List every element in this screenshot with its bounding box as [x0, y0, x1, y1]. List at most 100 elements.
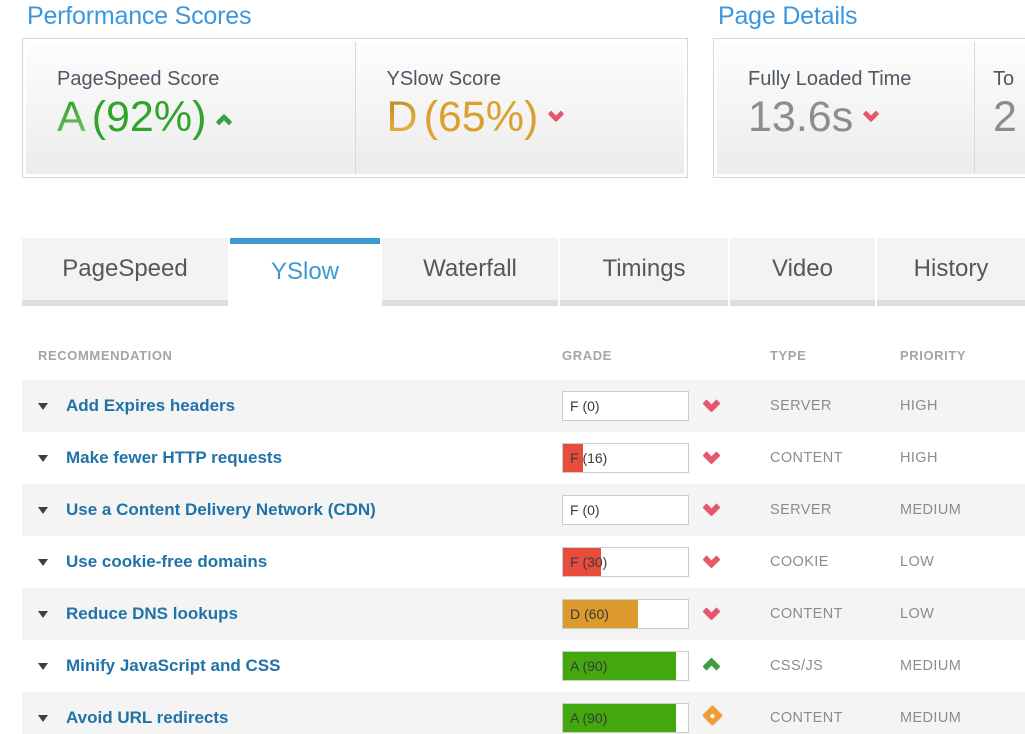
grade-cell: A (90) — [562, 651, 770, 681]
type-label: CONTENT — [770, 450, 900, 466]
priority-label: MEDIUM — [900, 710, 1025, 726]
expand-triangle-icon — [38, 715, 48, 722]
grade-label: F (30) — [563, 554, 607, 570]
score-card: YSlow Score D (65%) — [355, 42, 685, 174]
priority-label: MEDIUM — [900, 658, 1025, 674]
expand-triangle-icon — [38, 455, 48, 462]
type-label: COOKIE — [770, 554, 900, 570]
recommendation-link[interactable]: Use cookie-free domains — [66, 552, 267, 572]
detail-value-text: 13.6s — [748, 95, 853, 140]
priority-label: LOW — [900, 554, 1025, 570]
recommendation-row: Make fewer HTTP requests F (16) CONTENT … — [22, 432, 1025, 484]
report-tabbar: PageSpeed YSlow Waterfall Timings Video … — [22, 238, 1025, 306]
grade-label: F (16) — [563, 450, 607, 466]
grade-meter: F (0) — [562, 391, 689, 421]
detail-card: Fully Loaded Time 13.6s — [717, 42, 974, 174]
type-label: CONTENT — [770, 606, 900, 622]
grade-cell: D (60) — [562, 599, 770, 629]
trend-icon-wrap — [705, 708, 720, 728]
recommendation-link[interactable]: Reduce DNS lookups — [66, 604, 238, 624]
chevron-up-icon — [702, 657, 720, 675]
tab-label: Waterfall — [423, 255, 517, 283]
tab-waterfall[interactable]: Waterfall — [382, 238, 558, 306]
header-priority: PRIORITY — [900, 348, 1025, 363]
recommendation-toggle[interactable]: Make fewer HTTP requests — [22, 448, 562, 468]
tab-yslow[interactable]: YSlow — [230, 238, 380, 306]
chevron-down-icon — [702, 498, 720, 516]
grade-label: D (60) — [563, 606, 609, 622]
trend-icon-wrap — [705, 397, 718, 415]
detail-value-text: 2 — [993, 95, 1017, 140]
grade-meter: A (90) — [562, 703, 689, 733]
recommendation-toggle[interactable]: Reduce DNS lookups — [22, 604, 562, 624]
chevron-down-icon — [702, 602, 720, 620]
performance-scores-panel: PageSpeed Score A (92%) YSlow Score D (6… — [22, 38, 688, 178]
recommendation-row: Minify JavaScript and CSS A (90) CSS/JS … — [22, 640, 1025, 692]
detail-card: To 2 — [974, 42, 1025, 174]
diamond-neutral-icon — [702, 705, 723, 726]
type-label: CONTENT — [770, 710, 900, 726]
type-label: CSS/JS — [770, 658, 900, 674]
type-label: SERVER — [770, 398, 900, 414]
grade-cell: F (0) — [562, 495, 770, 525]
grade-cell: A (90) — [562, 703, 770, 733]
grade-cell: F (16) — [562, 443, 770, 473]
header-type: TYPE — [770, 348, 900, 363]
recommendations-table: RECOMMENDATION GRADE TYPE PRIORITY Add E… — [22, 330, 1025, 734]
recommendation-link[interactable]: Add Expires headers — [66, 396, 235, 416]
grade-meter: F (0) — [562, 495, 689, 525]
table-body: Add Expires headers F (0) SERVER HIGH Ma… — [22, 380, 1025, 734]
priority-label: LOW — [900, 606, 1025, 622]
priority-label: MEDIUM — [900, 502, 1025, 518]
recommendation-row: Avoid URL redirects A (90) CONTENT MEDIU… — [22, 692, 1025, 734]
tab-label: YSlow — [271, 258, 339, 286]
trend-caret-icon — [548, 105, 565, 122]
recommendation-toggle[interactable]: Use a Content Delivery Network (CDN) — [22, 500, 562, 520]
detail-card-value: 13.6s — [748, 95, 974, 140]
grade-meter: F (30) — [562, 547, 689, 577]
recommendation-link[interactable]: Minify JavaScript and CSS — [66, 656, 280, 676]
detail-card-label: To — [993, 68, 1025, 91]
recommendation-link[interactable]: Make fewer HTTP requests — [66, 448, 282, 468]
grade-label: F (0) — [563, 398, 600, 414]
recommendation-toggle[interactable]: Minify JavaScript and CSS — [22, 656, 562, 676]
header-recommendation: RECOMMENDATION — [22, 348, 562, 363]
grade-label: F (0) — [563, 502, 600, 518]
recommendation-link[interactable]: Avoid URL redirects — [66, 708, 229, 728]
priority-label: HIGH — [900, 398, 1025, 414]
chevron-down-icon — [702, 446, 720, 464]
recommendation-toggle[interactable]: Avoid URL redirects — [22, 708, 562, 728]
tab-label: History — [914, 255, 989, 283]
tab-pagespeed[interactable]: PageSpeed — [22, 238, 228, 306]
score-card-value: A (92%) — [57, 95, 355, 140]
performance-scores-title: Performance Scores — [27, 2, 251, 31]
recommendation-row: Reduce DNS lookups D (60) CONTENT LOW — [22, 588, 1025, 640]
tab-video[interactable]: Video — [730, 238, 875, 306]
page-details-title: Page Details — [718, 2, 857, 31]
recommendation-link[interactable]: Use a Content Delivery Network (CDN) — [66, 500, 376, 520]
score-grade-letter: A — [57, 95, 86, 140]
tab-label: Video — [772, 255, 833, 283]
trend-icon-wrap — [705, 605, 718, 623]
tab-history[interactable]: History — [877, 238, 1025, 306]
grade-label: A (90) — [563, 710, 607, 726]
trend-caret-icon — [216, 113, 233, 130]
chevron-down-icon — [702, 550, 720, 568]
tab-timings[interactable]: Timings — [560, 238, 728, 306]
chevron-down-icon — [702, 394, 720, 412]
recommendation-toggle[interactable]: Add Expires headers — [22, 396, 562, 416]
expand-triangle-icon — [38, 663, 48, 670]
grade-meter: D (60) — [562, 599, 689, 629]
recommendation-row: Use a Content Delivery Network (CDN) F (… — [22, 484, 1025, 536]
trend-icon-wrap — [705, 553, 718, 571]
type-label: SERVER — [770, 502, 900, 518]
tab-label: Timings — [602, 255, 685, 283]
expand-triangle-icon — [38, 611, 48, 618]
recommendation-row: Add Expires headers F (0) SERVER HIGH — [22, 380, 1025, 432]
trend-caret-icon — [863, 105, 880, 122]
score-grade-percent: (92%) — [92, 95, 207, 140]
expand-triangle-icon — [38, 403, 48, 410]
score-card: PageSpeed Score A (92%) — [26, 42, 355, 174]
recommendation-toggle[interactable]: Use cookie-free domains — [22, 552, 562, 572]
grade-cell: F (30) — [562, 547, 770, 577]
